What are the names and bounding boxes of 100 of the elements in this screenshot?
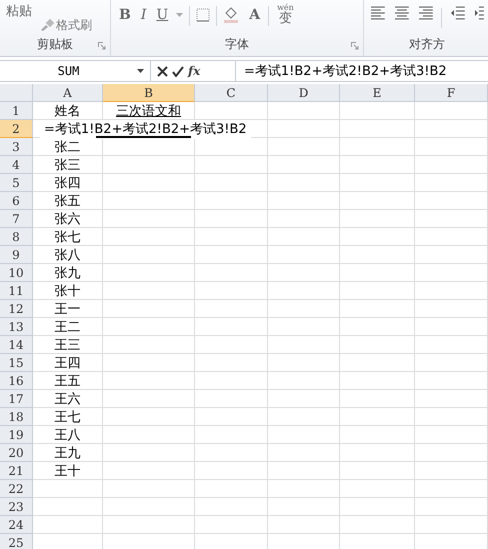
row-header[interactable]: 6: [0, 192, 33, 210]
row-header[interactable]: 14: [0, 336, 33, 354]
table-cell: [268, 102, 340, 120]
row-header[interactable]: 11: [0, 282, 33, 300]
left-align-icon[interactable]: [370, 6, 386, 20]
right-align-icon[interactable]: [418, 6, 434, 20]
row-header[interactable]: 1: [0, 102, 33, 120]
table-cell: [268, 408, 340, 426]
cell-text: 王四: [54, 354, 80, 372]
table-cell: [33, 516, 103, 534]
group-label: 字体: [225, 36, 249, 53]
row-header[interactable]: 19: [0, 426, 33, 444]
column-header[interactable]: D: [268, 84, 340, 102]
table-cell: [268, 210, 340, 228]
cell-text: 张九: [54, 264, 80, 282]
row-header[interactable]: 22: [0, 480, 33, 498]
row-header[interactable]: 10: [0, 264, 33, 282]
format-painter-button[interactable]: 格式刷: [38, 14, 94, 36]
center-align-icon[interactable]: [394, 6, 410, 20]
row-header[interactable]: 7: [0, 210, 33, 228]
row-header[interactable]: 12: [0, 300, 33, 318]
table-cell: [268, 300, 340, 318]
row-header[interactable]: 9: [0, 246, 33, 264]
cell-text: 张十: [54, 282, 80, 300]
dialog-launcher-icon[interactable]: [351, 42, 359, 50]
cell-text: 王一: [54, 300, 80, 318]
cancel-icon[interactable]: [157, 66, 168, 76]
table-cell: [268, 426, 340, 444]
group-label: 对齐方: [409, 36, 445, 53]
formula-text[interactable]: =考试1!B2+考试2!B2+考试3!B2: [236, 62, 447, 80]
table-cell: [268, 138, 340, 156]
cell-text: 张四: [54, 174, 80, 192]
cell-text: 张八: [54, 246, 80, 264]
table-cell: [268, 246, 340, 264]
row-header[interactable]: 21: [0, 462, 33, 480]
row-header[interactable]: 15: [0, 354, 33, 372]
table-cell: [268, 498, 340, 516]
row-header[interactable]: 3: [0, 138, 33, 156]
font-color-button[interactable]: A: [247, 4, 262, 26]
check-icon[interactable]: [172, 66, 184, 76]
row-header[interactable]: 4: [0, 156, 33, 174]
row-header[interactable]: 23: [0, 498, 33, 516]
cell-text: 张三: [54, 156, 80, 174]
insert-function-button[interactable]: fx: [188, 64, 200, 78]
cell-text: 张五: [54, 192, 80, 210]
cell-text: 王二: [54, 318, 80, 336]
underline-button[interactable]: U: [154, 4, 170, 26]
cell-text: 张七: [54, 228, 80, 246]
table-cell: [268, 228, 340, 246]
column-header[interactable]: A: [33, 84, 103, 102]
column-header[interactable]: E: [340, 84, 415, 102]
phonetic-guide-button[interactable]: wén 变: [275, 4, 296, 30]
dialog-launcher-icon[interactable]: [98, 42, 106, 50]
column-header[interactable]: B: [103, 84, 195, 102]
table-cell: [268, 336, 340, 354]
cell-text: 王八: [54, 426, 80, 444]
cell-text: 王九: [54, 444, 80, 462]
table-cell: [268, 120, 340, 138]
bold-button[interactable]: B: [117, 4, 133, 26]
table-cell: [268, 264, 340, 282]
paste-label[interactable]: 粘贴: [6, 2, 32, 20]
name-box[interactable]: SUM: [0, 61, 151, 81]
row-header[interactable]: 16: [0, 372, 33, 390]
cell-text: 三次语文和: [116, 102, 181, 120]
table-cell: [268, 390, 340, 408]
table-cell: [268, 282, 340, 300]
row-header[interactable]: 24: [0, 516, 33, 534]
row-header[interactable]: 25: [0, 534, 33, 549]
column-header[interactable]: C: [195, 84, 268, 102]
table-cell: [268, 480, 340, 498]
dropdown-caret-icon: [176, 13, 184, 17]
row-header[interactable]: 18: [0, 408, 33, 426]
row-header[interactable]: 13: [0, 318, 33, 336]
cell-text: 王六: [54, 390, 80, 408]
increase-indent-icon[interactable]: [474, 6, 484, 20]
row-header[interactable]: 17: [0, 390, 33, 408]
cell-text: 王十: [54, 462, 80, 480]
cell-text: 王七: [54, 408, 80, 426]
table-cell: [33, 498, 103, 516]
cell-text: 王五: [54, 372, 80, 390]
decrease-indent-icon[interactable]: [450, 6, 466, 20]
cell-edit-text[interactable]: =考试1!B2+考试2!B2+考试3!B2: [40, 120, 251, 139]
cell-text: 姓名: [54, 102, 80, 120]
group-label: 剪贴板: [37, 36, 73, 53]
cell-text: 张六: [54, 210, 80, 228]
row-header[interactable]: 5: [0, 174, 33, 192]
dropdown-caret-icon: [137, 69, 144, 73]
brush-icon: [40, 19, 54, 31]
table-cell: [268, 174, 340, 192]
cell-text: 王三: [54, 336, 80, 354]
borders-icon: [196, 8, 210, 22]
column-header[interactable]: F: [415, 84, 488, 102]
table-cell: [268, 156, 340, 174]
row-header[interactable]: 2: [0, 120, 33, 138]
table-cell: [268, 372, 340, 390]
italic-button[interactable]: I: [138, 4, 148, 26]
table-cell: [268, 192, 340, 210]
row-header[interactable]: 20: [0, 444, 33, 462]
row-header[interactable]: 8: [0, 228, 33, 246]
table-cell: [268, 318, 340, 336]
